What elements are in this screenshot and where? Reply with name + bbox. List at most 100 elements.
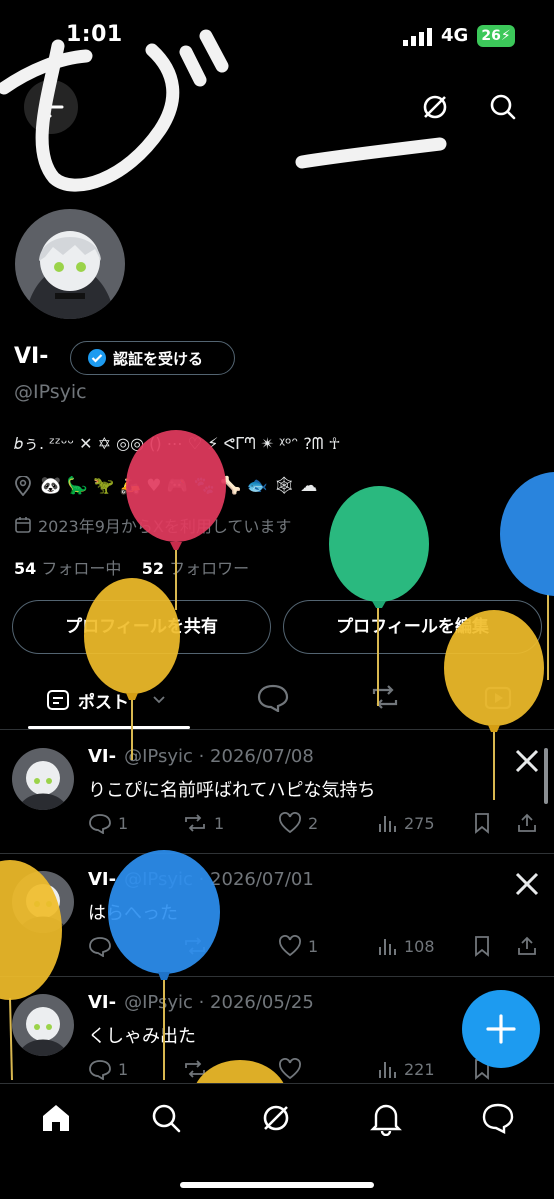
tabs-divider	[0, 729, 554, 730]
post-avatar[interactable]	[12, 871, 74, 933]
bookmark-button[interactable]	[472, 935, 492, 957]
signal-icon	[403, 28, 433, 46]
joined-row: 2023年9月からXを利用しています	[14, 513, 291, 537]
post-handle-date: @IPsyic · 2026/05/25	[124, 992, 314, 1013]
following-link[interactable]: 54 フォロー中	[14, 559, 121, 578]
tab-media[interactable]	[482, 682, 516, 712]
reply-count: 1	[118, 813, 129, 833]
compose-post-button[interactable]	[462, 990, 540, 1068]
share-button[interactable]	[516, 935, 538, 957]
reply-button[interactable]	[88, 935, 118, 957]
search-button[interactable]	[476, 80, 530, 134]
repost-button[interactable]	[182, 1058, 214, 1080]
verified-badge-icon	[88, 349, 106, 367]
profile-bio: 𝑏ぅ. ᶻᶻᵕᵕ ✕ ✡ ◎◎ () ⋯ ♡ ⚡ ᕙᒥᘉ ✴ ᵡᵒᵔ ?ᗰ ☥	[14, 434, 341, 453]
reply-button[interactable]: 1	[88, 1058, 128, 1080]
heart-icon	[279, 935, 301, 957]
edit-profile-button[interactable]: プロフィールを編集	[283, 600, 542, 654]
repost-button[interactable]: 1	[182, 812, 224, 834]
nav-home[interactable]	[38, 1100, 74, 1140]
like-button[interactable]	[278, 1058, 308, 1080]
repost-icon	[185, 814, 205, 832]
views-button[interactable]: 275	[376, 812, 435, 834]
bookmark-icon	[475, 936, 489, 957]
x-logo-icon	[514, 871, 540, 897]
nav-search[interactable]	[148, 1100, 184, 1140]
share-icon	[518, 936, 536, 955]
repost-button[interactable]	[182, 935, 214, 957]
nav-grok[interactable]	[258, 1100, 294, 1140]
post-item[interactable]: VI- @IPsyic · 2026/07/01 はらへった 1 108	[0, 855, 554, 977]
tab-replies[interactable]	[256, 682, 290, 712]
bookmark-icon	[475, 813, 489, 834]
tab-posts-label: ポスト	[78, 692, 129, 713]
share-button[interactable]	[516, 812, 538, 834]
views-button[interactable]: 108	[376, 935, 435, 957]
post-author: VI-	[88, 869, 117, 890]
heart-icon	[279, 1058, 301, 1080]
post-item[interactable]: VI- @IPsyic · 2026/07/08 りこぴに名前呼ばれてハピな気持ち…	[0, 732, 554, 854]
post-author: VI-	[88, 992, 117, 1013]
back-button[interactable]	[24, 80, 78, 134]
followers-link[interactable]: 52 フォロワー	[142, 559, 249, 578]
views-count: 108	[404, 936, 435, 956]
scrollbar[interactable]	[544, 748, 548, 804]
bookmark-button[interactable]	[472, 812, 492, 834]
post-header: VI- @IPsyic · 2026/05/25	[88, 992, 314, 1013]
chevron-down-icon	[153, 696, 165, 704]
post-text: りこぴに名前呼ばれてハピな気持ち	[88, 780, 376, 801]
followers-count: 52	[141, 559, 164, 578]
repost-count: 1	[214, 813, 225, 833]
x-logo-icon	[514, 748, 540, 774]
post-avatar[interactable]	[12, 748, 74, 810]
following-count: 54	[14, 559, 37, 578]
calendar-icon	[15, 517, 31, 533]
post-avatar[interactable]	[12, 994, 74, 1056]
like-count: 1	[308, 936, 319, 956]
posts-tab-icon	[47, 690, 69, 710]
reply-bubble-icon	[257, 684, 289, 712]
reply-button[interactable]: 1	[88, 812, 128, 834]
post-handle-date: @IPsyic · 2026/07/08	[124, 746, 314, 767]
like-button[interactable]: 1	[278, 935, 318, 957]
grok-button[interactable]	[408, 80, 462, 134]
profile-avatar[interactable]	[12, 206, 128, 322]
reply-icon	[89, 814, 111, 834]
post-text: はらへった	[88, 903, 178, 924]
following-label: フォロー中	[41, 559, 122, 578]
post-header: VI- @IPsyic · 2026/07/01	[88, 869, 314, 890]
repost-icon	[185, 937, 205, 955]
heart-icon	[279, 812, 301, 834]
views-chart-icon	[379, 816, 396, 832]
like-button[interactable]: 2	[278, 812, 318, 834]
nav-notifications[interactable]	[368, 1100, 404, 1140]
media-icon	[484, 686, 512, 710]
repost-icon	[372, 685, 398, 709]
joined-text: 2023年9月からXを利用しています	[38, 517, 292, 536]
profile-handle: @IPsyic	[14, 381, 87, 403]
home-icon	[43, 1105, 69, 1131]
arrow-left-icon	[39, 96, 64, 118]
post-text: くしゃみ出た	[88, 1026, 196, 1047]
views-button[interactable]: 221	[376, 1058, 435, 1080]
post-header: VI- @IPsyic · 2026/07/08	[88, 746, 314, 767]
tab-posts[interactable]: ポスト	[28, 672, 190, 728]
get-verified-button[interactable]: 認証を受ける	[70, 341, 235, 375]
location-pin-icon	[15, 476, 31, 496]
battery-level: 26	[481, 28, 501, 44]
grok-icon	[423, 95, 447, 119]
search-icon	[152, 1104, 181, 1133]
followers-label: フォロワー	[169, 559, 250, 578]
plus-icon	[486, 1014, 516, 1044]
post-handle-date: @IPsyic · 2026/07/01	[124, 869, 314, 890]
tab-reposts[interactable]	[368, 682, 402, 712]
views-count: 275	[404, 813, 435, 833]
reply-icon	[89, 1060, 111, 1080]
share-profile-button[interactable]: プロフィールを共有	[12, 600, 271, 654]
like-count: 2	[308, 813, 319, 833]
nav-messages[interactable]	[480, 1100, 516, 1140]
bell-icon	[370, 1104, 402, 1137]
location-text: 🐼 🦕 🦖 🛵 ♥ 🎮 🐾 🦴 🐟 🕸 ☁	[40, 476, 318, 496]
status-time: 1:01	[66, 22, 123, 47]
reply-icon	[89, 937, 111, 957]
